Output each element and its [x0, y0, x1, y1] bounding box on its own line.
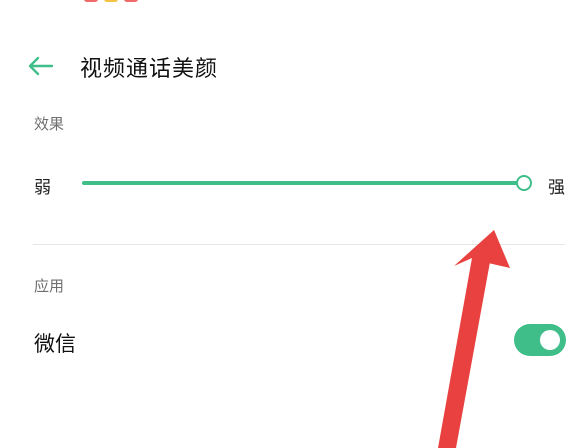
toggle-knob — [540, 330, 560, 350]
slider-max-label: 强 — [548, 178, 565, 198]
slider-fill — [82, 181, 524, 185]
status-notification-icons — [84, 0, 138, 2]
notification-icon — [104, 0, 118, 2]
page-header: 视频通话美颜 — [0, 44, 582, 88]
slider-thumb[interactable] — [516, 175, 532, 191]
page-title: 视频通话美颜 — [80, 57, 219, 82]
effect-section-label: 效果 — [34, 115, 65, 133]
section-divider — [33, 244, 565, 245]
notification-icon — [124, 0, 138, 2]
status-bar — [0, 0, 582, 2]
wechat-toggle-switch[interactable] — [514, 324, 566, 356]
app-row-label-wechat: 微信 — [34, 332, 76, 356]
notification-icon — [84, 0, 98, 2]
slider-min-label: 弱 — [34, 178, 51, 198]
back-button[interactable] — [26, 52, 58, 80]
beauty-intensity-slider[interactable] — [82, 172, 532, 194]
back-arrow-icon — [28, 56, 54, 76]
apps-section-label: 应用 — [34, 277, 65, 295]
